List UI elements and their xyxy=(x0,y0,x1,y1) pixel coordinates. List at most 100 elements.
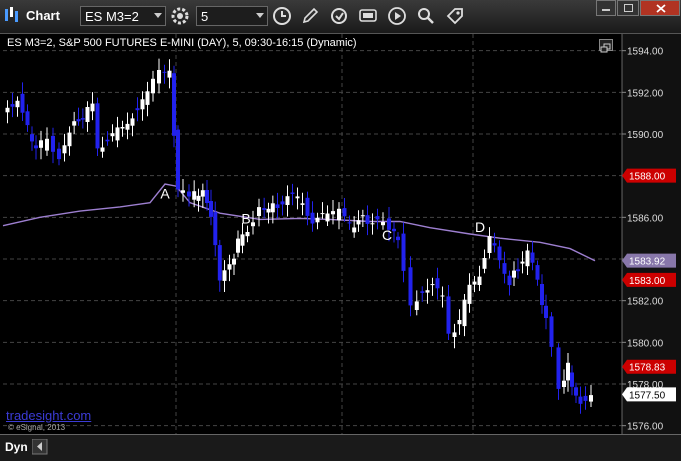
candle-body xyxy=(305,197,310,216)
chart-title: ES M3=2, S&P 500 FUTURES E-MINI (DAY), 5… xyxy=(7,37,357,49)
candle-body xyxy=(467,284,472,304)
candle-body xyxy=(162,71,167,73)
scroll-left-icon[interactable] xyxy=(32,439,48,455)
candle-body xyxy=(227,264,232,270)
candle-body xyxy=(151,78,155,94)
candle-body xyxy=(420,291,425,293)
candle-body xyxy=(401,233,406,271)
candle-body xyxy=(570,372,574,387)
candle-body xyxy=(76,119,81,122)
candle-body xyxy=(196,195,201,201)
candle-body xyxy=(200,190,205,197)
expand-button[interactable] xyxy=(599,39,613,53)
candle-body xyxy=(356,220,361,225)
y-tick-label: 1594.00 xyxy=(627,47,664,58)
candle-body xyxy=(497,246,502,261)
price-flag-label: 1588.00 xyxy=(629,172,666,183)
candle-body xyxy=(57,148,61,160)
candle-body xyxy=(342,208,347,217)
candle-body xyxy=(130,118,135,126)
candle-body xyxy=(62,145,67,154)
candle-body xyxy=(530,252,535,263)
y-tick-label: 1580.00 xyxy=(627,338,664,349)
candle-body xyxy=(525,250,530,267)
candle-body xyxy=(145,91,150,105)
candle-body xyxy=(562,380,566,387)
candle-body xyxy=(492,243,497,246)
expand-icon xyxy=(600,43,611,53)
candle-body xyxy=(209,201,213,217)
candle-body xyxy=(425,290,430,293)
candle-body xyxy=(408,267,413,306)
candle-body xyxy=(251,222,255,227)
candle-body xyxy=(544,305,548,318)
candle-body xyxy=(482,258,487,269)
candle-body xyxy=(172,73,176,136)
candle-body xyxy=(270,203,275,213)
candle-body xyxy=(472,281,477,285)
candle-body xyxy=(67,132,72,147)
candle-body xyxy=(315,217,320,223)
candle-body xyxy=(45,138,49,151)
candle-body xyxy=(360,215,365,217)
candle-body xyxy=(39,140,43,148)
moving-average-line xyxy=(2,183,596,262)
candle-body xyxy=(115,127,120,141)
candle-body xyxy=(222,270,227,281)
candle-body xyxy=(381,222,385,226)
candle-body xyxy=(512,270,516,278)
candle-body xyxy=(72,121,77,126)
candle-body xyxy=(157,70,161,84)
candle-body xyxy=(15,100,20,108)
candle-body xyxy=(187,191,191,197)
candle-body xyxy=(520,261,525,264)
y-tick-label: 1586.00 xyxy=(627,213,664,224)
candle-body xyxy=(502,263,507,274)
candle-body xyxy=(375,216,380,220)
candle-body xyxy=(275,204,280,208)
candle-body xyxy=(5,107,10,113)
candle-body xyxy=(25,111,30,126)
status-bar: Dyn xyxy=(0,434,681,461)
candle-body xyxy=(20,93,25,113)
candle-body xyxy=(167,70,172,78)
candle-body xyxy=(574,387,578,396)
candle-body xyxy=(477,276,482,285)
candle-body xyxy=(583,395,588,401)
candle-body xyxy=(578,396,583,404)
candle-body xyxy=(51,135,55,152)
y-tick-label: 1576.00 xyxy=(627,422,664,433)
copyright: © eSignal, 2013 xyxy=(8,423,66,432)
candle-body xyxy=(280,201,285,205)
candle-body xyxy=(181,190,185,193)
price-chart[interactable]: A B C D 1594.00 1592.00 1590.00 1588.00 1586.00… xyxy=(0,0,681,460)
y-tick-label: 1582.00 xyxy=(627,297,664,308)
candle-body xyxy=(295,196,300,199)
candle-body xyxy=(462,299,467,327)
candle-body xyxy=(262,208,267,210)
candle-body xyxy=(549,316,554,347)
candle-body xyxy=(300,203,305,205)
candle-body xyxy=(105,139,110,142)
candle-body xyxy=(347,222,352,224)
annotation-c: C xyxy=(382,227,392,243)
candle-body xyxy=(80,118,85,120)
candle-body xyxy=(337,208,341,221)
candle-body xyxy=(285,196,290,205)
candle-body xyxy=(365,215,370,224)
y-tick-label: 1590.00 xyxy=(627,130,664,141)
price-flag-label: 1577.50 xyxy=(629,390,666,401)
candle-body xyxy=(325,213,330,222)
candle-body xyxy=(236,238,240,253)
candle-body xyxy=(370,223,375,225)
candle-body xyxy=(352,227,357,233)
candle-body xyxy=(34,145,38,149)
candle-body xyxy=(310,212,315,224)
annotation-d: D xyxy=(475,219,485,235)
candle-body xyxy=(245,232,250,237)
candle-body xyxy=(192,191,197,200)
candle-body xyxy=(396,236,400,241)
price-flag-label: 1578.83 xyxy=(629,363,666,374)
candle-body xyxy=(556,347,561,389)
annotation-b: B xyxy=(241,211,250,227)
